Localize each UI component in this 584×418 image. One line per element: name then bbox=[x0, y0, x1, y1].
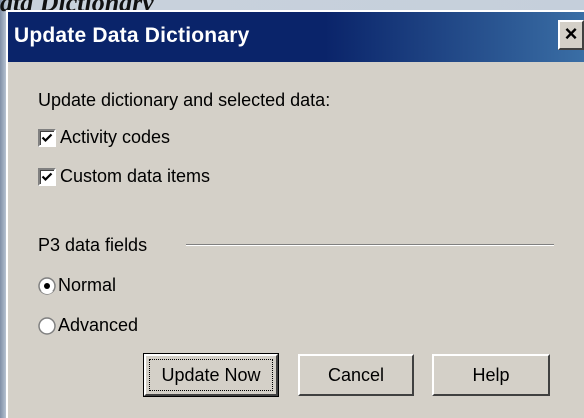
help-button[interactable]: Help bbox=[432, 354, 550, 396]
advanced-radio-row[interactable]: Advanced bbox=[38, 315, 138, 336]
update-data-dictionary-dialog: Update Data Dictionary × Update dictiona… bbox=[6, 10, 584, 418]
dialog-title: Update Data Dictionary bbox=[14, 24, 250, 47]
group-divider bbox=[186, 244, 554, 246]
normal-radio-row[interactable]: Normal bbox=[38, 275, 116, 296]
custom-data-items-checkbox[interactable] bbox=[38, 167, 56, 186]
activity-codes-label: Activity codes bbox=[60, 127, 171, 147]
activity-codes-checkbox-row[interactable]: Activity codes bbox=[38, 127, 170, 148]
checkmark-icon bbox=[41, 133, 53, 142]
close-icon: × bbox=[564, 21, 578, 46]
radio-selected-icon[interactable] bbox=[38, 276, 56, 295]
update-now-label: Update Now bbox=[149, 359, 273, 391]
close-button[interactable]: × bbox=[558, 20, 584, 50]
custom-data-items-label: Custom data items bbox=[60, 166, 211, 186]
cancel-button[interactable]: Cancel bbox=[298, 354, 414, 396]
checkmark-icon bbox=[41, 172, 53, 181]
radio-unselected-icon[interactable] bbox=[38, 316, 56, 335]
p3-data-fields-group-label: P3 data fields bbox=[38, 235, 148, 255]
update-now-button[interactable]: Update Now bbox=[143, 353, 279, 397]
activity-codes-checkbox[interactable] bbox=[38, 128, 56, 147]
update-prompt-label: Update dictionary and selected data: bbox=[38, 90, 331, 110]
title-bar[interactable]: Update Data Dictionary × bbox=[8, 12, 584, 62]
advanced-radio-label: Advanced bbox=[58, 315, 139, 335]
custom-data-items-checkbox-row[interactable]: Custom data items bbox=[38, 166, 210, 187]
normal-radio-label: Normal bbox=[58, 275, 117, 295]
